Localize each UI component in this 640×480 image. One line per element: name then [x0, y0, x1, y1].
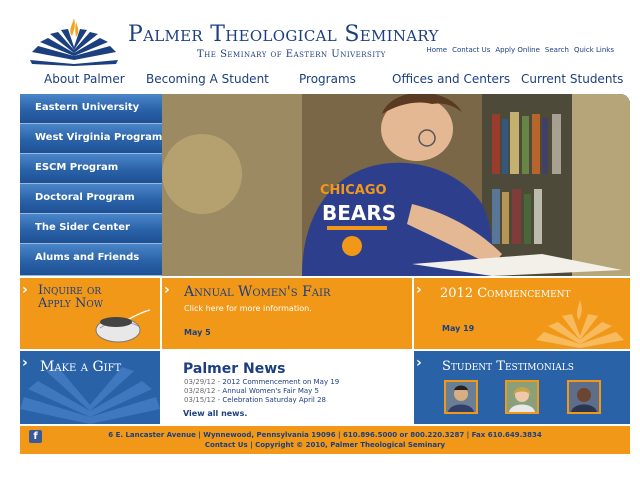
womens-fair-panel[interactable]: › Annual Women's Fair Click here for mor…: [162, 278, 412, 349]
shirt-text-bears: BEARS: [322, 201, 396, 225]
chevron-right-icon: ›: [416, 282, 422, 298]
footer: f 6 E. Lancaster Avenue | Wynnewood, Pen…: [20, 426, 630, 454]
sidebar-item-doctoral-program[interactable]: Doctoral Program: [20, 184, 162, 214]
testimonial-photo-3[interactable]: [567, 380, 601, 414]
sidebar-item-alums-and-friends[interactable]: Alums and Friends: [20, 244, 162, 276]
feature-row: › Inquire or Apply Now › Annual Women's …: [20, 278, 630, 349]
util-link-contact[interactable]: Contact Us: [452, 46, 490, 54]
make-a-gift-title: Make a Gift: [40, 359, 122, 375]
nav-current-students[interactable]: Current Students: [521, 72, 623, 86]
inquire-apply-panel[interactable]: › Inquire or Apply Now: [20, 278, 160, 349]
view-all-news-link[interactable]: View all news.: [183, 409, 247, 418]
chevron-right-icon: ›: [416, 355, 422, 371]
shirt-text-chicago: CHICAGO: [320, 183, 387, 198]
hero-photo: CHICAGO BEARS: [162, 94, 630, 276]
news-date: 03/28/12 -: [184, 387, 223, 395]
student-studying-image: CHICAGO BEARS: [162, 94, 630, 276]
nav-becoming-a-student[interactable]: Becoming A Student: [146, 72, 269, 86]
sidebar-item-escm-program[interactable]: ESCM Program: [20, 154, 162, 184]
nav-about-palmer[interactable]: About Palmer: [44, 72, 125, 86]
chevron-right-icon: ›: [22, 282, 28, 298]
testimonials-title: Student Testimonials: [442, 359, 574, 374]
sidebar-item-west-virginia-program[interactable]: West Virginia Program: [20, 124, 162, 154]
news-panel: Palmer News 03/29/12 - 2012 Commencement…: [162, 351, 412, 424]
main-nav: About Palmer Becoming A Student Programs…: [20, 72, 630, 92]
commencement-panel[interactable]: › 2012 Commencement May 19: [414, 278, 630, 349]
seminary-watermark-logo: [536, 300, 624, 348]
womens-fair-date: May 5: [184, 328, 211, 337]
util-link-apply[interactable]: Apply Online: [495, 46, 540, 54]
testimonial-photo-1[interactable]: [444, 380, 478, 414]
nav-offices-and-centers[interactable]: Offices and Centers: [392, 72, 510, 86]
news-date: 03/15/12 -: [184, 396, 223, 404]
news-item[interactable]: 03/29/12 - 2012 Commencement on May 19: [184, 378, 339, 386]
news-item[interactable]: 03/28/12 - Annual Women's Fair May 5: [184, 387, 319, 395]
chevron-right-icon: ›: [164, 282, 170, 298]
chevron-right-icon: ›: [22, 355, 28, 371]
sidebar-item-eastern-university[interactable]: Eastern University: [20, 94, 162, 124]
commencement-date: May 19: [442, 324, 475, 333]
page: Palmer Theological Seminary The Seminary…: [0, 0, 640, 480]
seminary-logo[interactable]: [28, 16, 120, 66]
util-link-search[interactable]: Search: [545, 46, 569, 54]
student-testimonials-panel[interactable]: › Student Testimonials: [414, 351, 630, 424]
news-title: Palmer News: [183, 361, 286, 377]
site-subtitle: The Seminary of Eastern University: [197, 49, 386, 60]
news-link[interactable]: 2012 Commencement on May 19: [222, 378, 339, 386]
news-link[interactable]: Annual Women's Fair May 5: [222, 387, 319, 395]
site-title[interactable]: Palmer Theological Seminary: [128, 22, 439, 47]
utility-nav: Home Contact Us Apply Online Search Quic…: [426, 46, 614, 54]
testimonial-photo-2[interactable]: [505, 380, 539, 414]
footer-copyright[interactable]: Contact Us | Copyright © 2010, Palmer Th…: [20, 441, 630, 449]
womens-fair-link[interactable]: Click here for more information.: [184, 304, 312, 313]
computer-mouse-icon: [95, 309, 151, 343]
util-link-home[interactable]: Home: [426, 46, 447, 54]
nav-programs[interactable]: Programs: [299, 72, 356, 86]
news-item[interactable]: 03/15/12 - Celebration Saturday April 28: [184, 396, 326, 404]
news-date: 03/29/12 -: [184, 378, 223, 386]
sidebar-item-sider-center[interactable]: The Sider Center: [20, 214, 162, 244]
make-a-gift-panel[interactable]: › Make a Gift: [20, 351, 160, 424]
util-link-quick-links[interactable]: Quick Links: [574, 46, 614, 54]
news-link[interactable]: Celebration Saturday April 28: [222, 396, 326, 404]
womens-fair-title: Annual Women's Fair: [184, 284, 331, 300]
footer-address: 6 E. Lancaster Avenue | Wynnewood, Penns…: [108, 431, 542, 439]
sidebar: Eastern University West Virginia Program…: [20, 94, 162, 276]
